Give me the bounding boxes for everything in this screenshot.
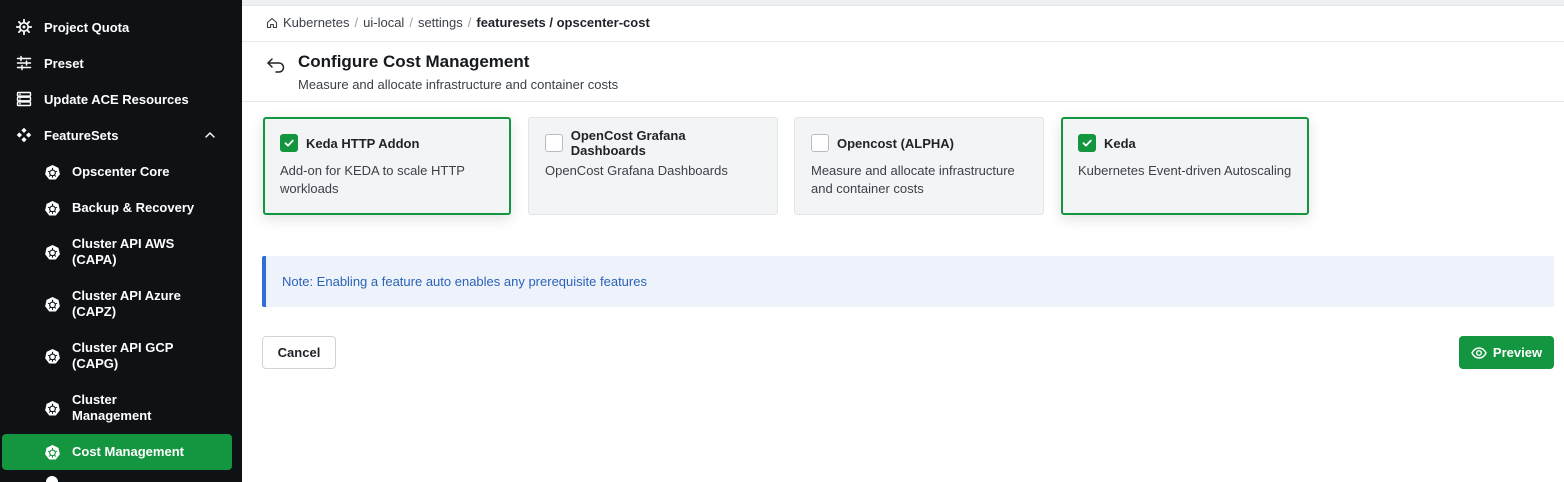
feature-card-opencost-alpha[interactable]: Opencost (ALPHA) Measure and allocate in… [794, 117, 1044, 215]
sidebar-item-label: FeatureSets [44, 127, 119, 143]
info-note: Note: Enabling a feature auto enables an… [262, 256, 1554, 307]
sliders-icon [15, 54, 33, 72]
sidebar-item-label: Update ACE Resources [44, 91, 189, 107]
kubernetes-icon [43, 243, 61, 261]
top-strip [242, 0, 1564, 6]
sidebar-item-project-quota[interactable]: Project Quota [0, 9, 242, 45]
sidebar-item-cluster-management[interactable]: Cluster Management [0, 392, 242, 424]
feature-description: Measure and allocate infrastructure and … [811, 163, 1015, 196]
sidebar-item-label: Cluster API AWS (CAPA) [72, 236, 175, 267]
divider [242, 41, 1564, 42]
kubernetes-icon [43, 295, 61, 313]
breadcrumb-current: featuresets / opscenter-cost [476, 15, 650, 30]
sidebar-item-label: Cluster API Azure (CAPZ) [72, 288, 181, 319]
diamond-grid-icon [15, 126, 33, 144]
back-arrow-icon[interactable] [266, 55, 286, 73]
kubernetes-icon [43, 443, 61, 461]
sidebar-item-cluster-api-gcp[interactable]: Cluster API GCP (CAPG) [0, 340, 242, 372]
feature-title: Keda HTTP Addon [306, 135, 420, 151]
feature-title: Keda [1104, 135, 1136, 151]
sidebar-item-label: Cluster Management [72, 392, 152, 423]
kubernetes-icon [46, 476, 58, 482]
feature-card-opencost-grafana-dashboards[interactable]: OpenCost Grafana Dashboards OpenCost Gra… [528, 117, 778, 215]
sidebar-item-label: Preset [44, 55, 84, 71]
sidebar-item-label: Cost Management [72, 444, 184, 459]
checkbox-checked[interactable] [280, 134, 298, 152]
feature-description: Add-on for KEDA to scale HTTP workloads [280, 163, 465, 196]
divider [242, 101, 1564, 102]
chevron-up-icon[interactable] [204, 129, 216, 144]
checkmark-icon [1082, 139, 1092, 147]
cancel-button[interactable]: Cancel [262, 336, 336, 369]
checkmark-icon [284, 139, 294, 147]
kubernetes-icon [43, 163, 61, 181]
sidebar-item-label: Opscenter Core [72, 164, 170, 179]
page-subtitle: Measure and allocate infrastructure and … [298, 77, 619, 92]
breadcrumb-separator: / [467, 15, 472, 30]
feature-title: OpenCost Grafana Dashboards [570, 128, 686, 158]
breadcrumb-link-kubernetes[interactable]: Kubernetes [283, 15, 350, 30]
breadcrumb-separator: / [354, 15, 359, 30]
sidebar-item-label: Cluster API GCP (CAPG) [72, 340, 174, 371]
feature-card-keda[interactable]: Keda Kubernetes Event-driven Autoscaling [1061, 117, 1309, 215]
breadcrumb: Kubernetes / ui-local / settings / featu… [266, 15, 650, 30]
checkbox-unchecked[interactable] [545, 134, 563, 152]
checkbox-unchecked[interactable] [811, 134, 829, 152]
server-icon [15, 90, 33, 108]
kubernetes-icon [43, 199, 61, 217]
feature-description: Kubernetes Event-driven Autoscaling [1078, 163, 1292, 178]
sidebar-item-label: Project Quota [44, 19, 130, 35]
sidebar-item-label: Backup & Recovery [72, 200, 195, 215]
feature-card-keda-http-addon[interactable]: Keda HTTP Addon Add-on for KEDA to scale… [263, 117, 511, 215]
preview-button[interactable]: Preview [1459, 336, 1554, 369]
feature-title: Opencost (ALPHA) [837, 135, 954, 151]
kubernetes-icon [43, 347, 61, 365]
sidebar-item-featuresets[interactable]: FeatureSets [0, 117, 242, 153]
gear-icon [15, 18, 33, 36]
sidebar: Project Quota Preset Update ACE Resource… [0, 0, 242, 482]
sidebar-item-preset[interactable]: Preset [0, 45, 242, 81]
preview-button-label: Preview [1492, 345, 1543, 360]
kubernetes-icon [43, 399, 61, 417]
sidebar-item-update-ace-resources[interactable]: Update ACE Resources [0, 81, 242, 117]
sidebar-item-cost-management[interactable]: Cost Management [2, 434, 232, 470]
breadcrumb-link-ui-local[interactable]: ui-local [363, 15, 404, 30]
page-title: Configure Cost Management [298, 52, 530, 71]
home-icon[interactable] [266, 17, 278, 29]
sidebar-item-backup-recovery[interactable]: Backup & Recovery [0, 197, 242, 219]
sidebar-item-cluster-api-azure[interactable]: Cluster API Azure (CAPZ) [0, 288, 242, 320]
feature-description: OpenCost Grafana Dashboards [545, 163, 728, 178]
breadcrumb-link-settings[interactable]: settings [418, 15, 463, 30]
checkbox-checked[interactable] [1078, 134, 1096, 152]
sidebar-item-cluster-api-aws[interactable]: Cluster API AWS (CAPA) [0, 236, 242, 268]
sidebar-item-opscenter-core[interactable]: Opscenter Core [0, 161, 242, 183]
eye-icon [1471, 346, 1487, 359]
breadcrumb-separator: / [409, 15, 413, 30]
